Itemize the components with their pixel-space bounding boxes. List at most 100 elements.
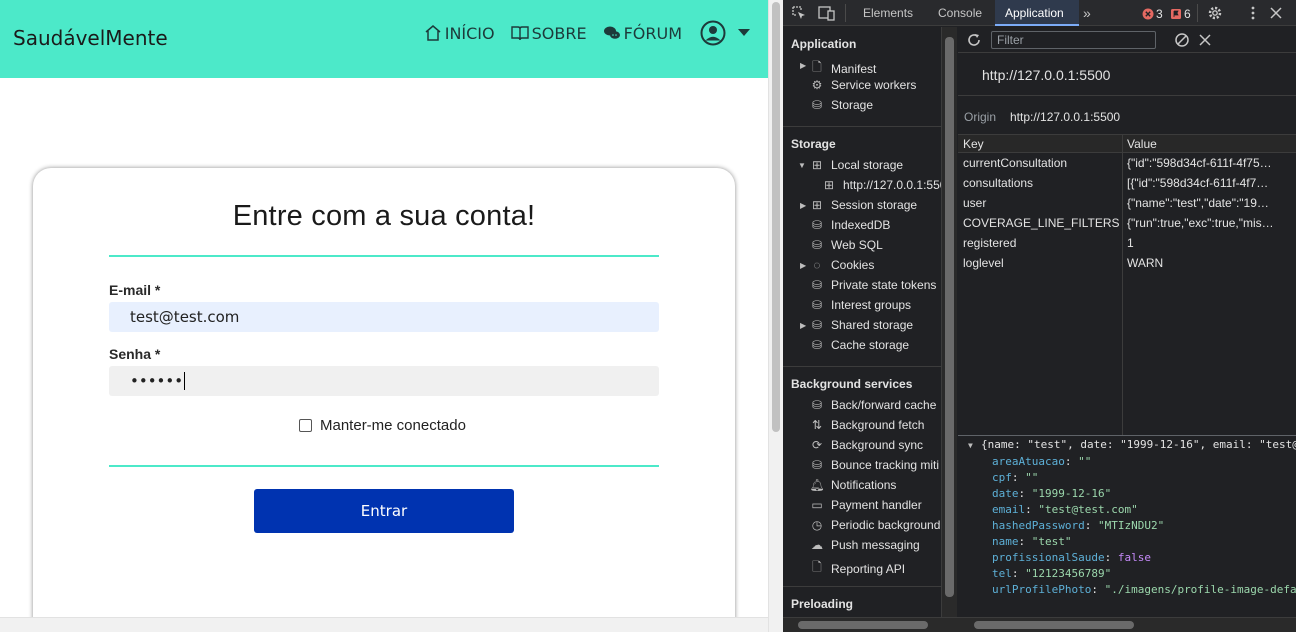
device-toolbar-icon[interactable] [818, 5, 836, 21]
table-row-value[interactable]: {"id":"598d34cf-611f-4f75… [1127, 153, 1292, 173]
table-row-value[interactable]: WARN [1127, 253, 1292, 273]
property-key: name [992, 535, 1019, 548]
table-row-value[interactable]: [{"id":"598d34cf-611f-4f7… [1127, 173, 1292, 193]
column-header-key[interactable]: Key [958, 135, 1122, 153]
inspect-element-icon[interactable] [791, 5, 807, 21]
sidebar-item-shared-storage[interactable]: ⛁ Shared storage [809, 318, 913, 332]
profile-menu[interactable] [700, 20, 750, 46]
remember-me[interactable]: Manter-me conectado [299, 417, 466, 434]
table-row-value[interactable]: 1 [1127, 233, 1292, 253]
sidebar-item-storage[interactable]: ⛁ Storage [809, 98, 873, 112]
sidebar-item-bounce-tracking[interactable]: ⛁ Bounce tracking miti [809, 458, 939, 472]
sidebar-item-label: Interest groups [831, 298, 912, 312]
database-icon: ⛁ [811, 398, 823, 412]
devtools-horizontal-scrollbar[interactable] [783, 617, 1296, 632]
email-value: test@test.com [130, 308, 240, 326]
sidebar-scrollbar[interactable] [942, 27, 957, 617]
tab-application[interactable]: Application [995, 0, 1079, 26]
scrollbar-thumb[interactable] [974, 621, 1134, 629]
table-row-key[interactable]: consultations [963, 173, 1119, 193]
preview-summary[interactable]: {name: "test", date: "1999-12-16", email… [981, 438, 1296, 451]
table-row-key[interactable]: loglevel [963, 253, 1119, 273]
delete-selected-icon[interactable] [1198, 32, 1212, 48]
database-icon: ⛁ [811, 338, 823, 352]
password-field[interactable]: •••••• [109, 366, 659, 396]
sidebar-item-private-state-tokens[interactable]: ⛁ Private state tokens [809, 278, 936, 292]
card-icon: ▭ [811, 498, 823, 512]
sidebar-item-payment-handler[interactable]: ▭ Payment handler [809, 498, 922, 512]
sidebar-item-push-messaging[interactable]: ☁ Push messaging [809, 538, 920, 552]
tab-console[interactable]: Console [938, 0, 988, 26]
collapse-triangle-icon[interactable]: ▼ [968, 441, 973, 450]
nav-link-inicio[interactable]: INÍCIO [424, 24, 495, 43]
issues-counter[interactable]: 6 [1170, 7, 1191, 21]
sidebar-item-web-sql[interactable]: ⛁ Web SQL [809, 238, 883, 252]
sidebar-item-session-storage[interactable]: ⊞ Session storage [809, 198, 917, 212]
property-key: areaAtuacao [992, 455, 1065, 468]
nav-link-forum[interactable]: FÓRUM [603, 24, 682, 43]
table-row-key[interactable]: currentConsultation [963, 153, 1119, 173]
clear-all-icon[interactable] [1174, 32, 1190, 48]
remember-checkbox[interactable] [299, 419, 312, 432]
expand-triangle-icon[interactable]: ▶ [800, 321, 806, 330]
table-row-key[interactable]: registered [963, 233, 1119, 253]
sidebar-item-background-fetch[interactable]: ⇅ Background fetch [809, 418, 924, 432]
table-row-key[interactable]: COVERAGE_LINE_FILTERS [963, 213, 1119, 233]
nav-link-label: INÍCIO [444, 23, 495, 43]
expand-triangle-icon[interactable]: ▶ [800, 61, 806, 70]
user-avatar-icon [700, 20, 726, 46]
scrollbar-thumb[interactable] [798, 621, 928, 629]
property-key: email [992, 503, 1026, 516]
property-separator: : [1018, 487, 1032, 500]
nav-link-sobre[interactable]: SOBRE [510, 24, 587, 43]
expand-triangle-icon[interactable]: ▶ [800, 201, 806, 210]
section-preloading: Preloading [791, 597, 854, 611]
tab-elements[interactable]: Elements [863, 0, 919, 26]
sidebar-item-manifest[interactable]: 🗋 Manifest [809, 58, 876, 79]
scrollbar-thumb[interactable] [945, 37, 954, 597]
sidebar-item-reporting-api[interactable]: 🗋 Reporting API [809, 558, 905, 579]
sidebar-item-periodic-sync[interactable]: ◷ Periodic background [809, 518, 941, 532]
sidebar-item-notifications[interactable]: 🔔︎ Notifications [809, 478, 896, 492]
error-count: 3 [1156, 7, 1163, 21]
sidebar-item-background-sync[interactable]: ⟳ Background sync [809, 438, 923, 452]
sidebar-item-local-storage-origin[interactable]: ⊞ http://127.0.0.1:5500 [821, 178, 941, 192]
email-field[interactable]: test@test.com [109, 302, 659, 332]
refresh-icon[interactable] [966, 32, 982, 48]
settings-gear-icon[interactable] [1207, 5, 1223, 21]
section-background-services: Background services [791, 377, 913, 391]
property-separator: : [1064, 455, 1079, 468]
sidebar-item-cookies[interactable]: ◌ Cookies [809, 258, 874, 272]
page-vertical-scrollbar[interactable] [768, 0, 783, 632]
login-button[interactable]: Entrar [254, 489, 514, 533]
more-tabs-icon[interactable]: » [1083, 0, 1091, 26]
column-header-value[interactable]: Value [1123, 135, 1296, 153]
brand-logo[interactable]: SaudávelMente [13, 26, 168, 50]
sidebar-item-bfcache[interactable]: ⛁ Back/forward cache [809, 398, 936, 412]
table-row-key[interactable]: user [963, 193, 1119, 213]
toolbar-separator [845, 4, 846, 22]
sidebar-item-cache-storage[interactable]: ⛁ Cache storage [809, 338, 909, 352]
scrollbar-thumb[interactable] [772, 2, 780, 432]
property-key: date [992, 487, 1019, 500]
more-options-icon[interactable] [1245, 5, 1261, 21]
collapse-triangle-icon[interactable]: ▼ [798, 161, 806, 170]
sidebar-item-service-workers[interactable]: ⚙ Service workers [809, 78, 917, 92]
expand-triangle-icon[interactable]: ▶ [800, 261, 806, 270]
error-icon [1142, 8, 1154, 20]
error-counter[interactable]: 3 [1142, 7, 1163, 21]
sidebar-item-local-storage[interactable]: ⊞ Local storage [809, 158, 903, 172]
page-horizontal-scrollbar[interactable] [0, 617, 768, 632]
navbar: SaudávelMente INÍCIO SOBRE FÓRUM [0, 0, 768, 78]
table-row-value[interactable]: {"name":"test","date":"19… [1127, 193, 1292, 213]
sidebar-item-interest-groups[interactable]: ⛁ Interest groups [809, 298, 911, 312]
property-separator: : [1084, 519, 1098, 532]
close-devtools-icon[interactable] [1269, 5, 1283, 21]
table-row-value[interactable]: {"run":true,"exc":true,"mis… [1127, 213, 1292, 233]
sidebar-item-indexeddb[interactable]: ⛁ IndexedDB [809, 218, 890, 232]
sidebar-item-label: Payment handler [831, 498, 922, 512]
divider [109, 255, 659, 257]
filter-input[interactable]: Filter [991, 31, 1156, 49]
clock-icon: ◷ [811, 518, 823, 532]
sync-icon: ⟳ [811, 438, 823, 452]
